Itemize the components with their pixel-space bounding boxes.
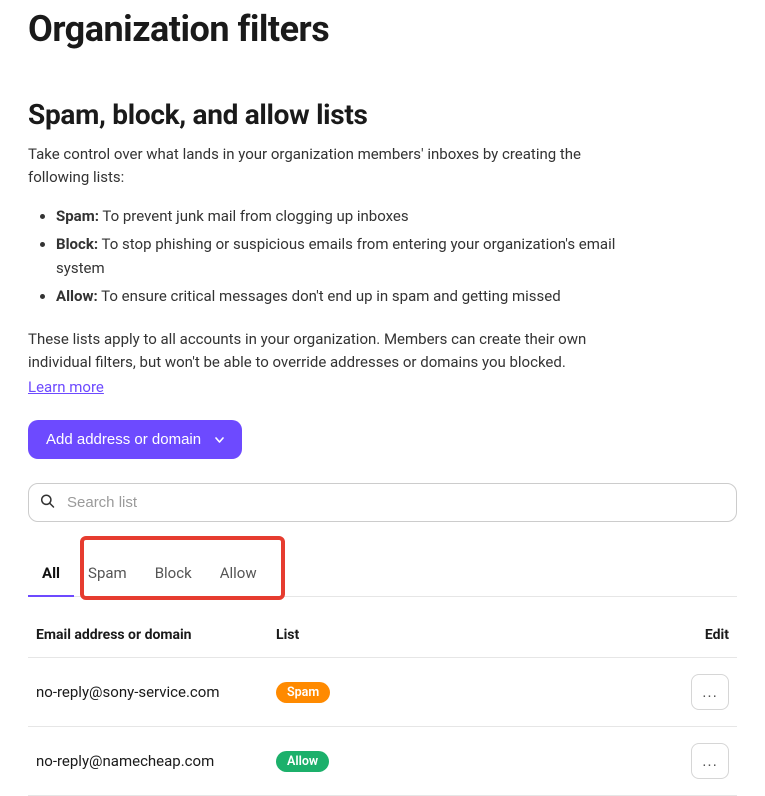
list-badge-allow: Allow bbox=[276, 751, 329, 772]
intro-text: Take control over what lands in your org… bbox=[28, 143, 628, 188]
row-address: no-reply@sony-service.com bbox=[28, 658, 268, 727]
table-row: no-reply@namecheap.com Allow ... bbox=[28, 727, 737, 796]
row-more-button[interactable]: ... bbox=[691, 743, 729, 779]
table-row: no-reply@sony-service.com Spam ... bbox=[28, 658, 737, 727]
add-address-button[interactable]: Add address or domain bbox=[28, 420, 242, 459]
search-input[interactable] bbox=[28, 483, 737, 522]
col-edit: Edit bbox=[667, 613, 737, 658]
list-badge-spam: Spam bbox=[276, 682, 330, 703]
def-term: Allow: bbox=[56, 287, 98, 305]
apply-text: These lists apply to all accounts in you… bbox=[28, 328, 608, 373]
row-more-button[interactable]: ... bbox=[691, 674, 729, 710]
row-address: no-reply@namecheap.com bbox=[28, 727, 268, 796]
def-term: Block: bbox=[56, 235, 98, 253]
chevron-down-icon bbox=[215, 437, 224, 443]
definitions-list: Spam: To prevent junk mail from clogging… bbox=[28, 204, 737, 308]
def-desc: To prevent junk mail from clogging up in… bbox=[99, 207, 409, 225]
page-title: Organization filters bbox=[28, 8, 737, 50]
def-term: Spam: bbox=[56, 207, 99, 225]
tabs-row: All Spam Block Allow bbox=[28, 550, 737, 597]
section-title: Spam, block, and allow lists bbox=[28, 98, 737, 131]
add-address-label: Add address or domain bbox=[46, 431, 201, 448]
def-allow: Allow: To ensure critical messages don't… bbox=[56, 284, 636, 308]
row-list: Allow bbox=[268, 727, 667, 796]
tab-spam[interactable]: Spam bbox=[74, 550, 141, 596]
learn-more-link[interactable]: Learn more bbox=[28, 378, 104, 396]
tab-allow[interactable]: Allow bbox=[206, 550, 271, 596]
def-block: Block: To stop phishing or suspicious em… bbox=[56, 232, 636, 280]
col-list: List bbox=[268, 613, 667, 658]
row-list: Spam bbox=[268, 658, 667, 727]
def-desc: To stop phishing or suspicious emails fr… bbox=[56, 235, 615, 277]
def-desc: To ensure critical messages don't end up… bbox=[98, 287, 561, 305]
def-spam: Spam: To prevent junk mail from clogging… bbox=[56, 204, 636, 228]
tab-block[interactable]: Block bbox=[141, 550, 206, 596]
search-icon bbox=[40, 493, 55, 512]
col-address: Email address or domain bbox=[28, 613, 268, 658]
filter-table: Email address or domain List Edit no-rep… bbox=[28, 613, 737, 796]
search-wrap bbox=[28, 483, 737, 522]
tab-all[interactable]: All bbox=[28, 550, 74, 596]
